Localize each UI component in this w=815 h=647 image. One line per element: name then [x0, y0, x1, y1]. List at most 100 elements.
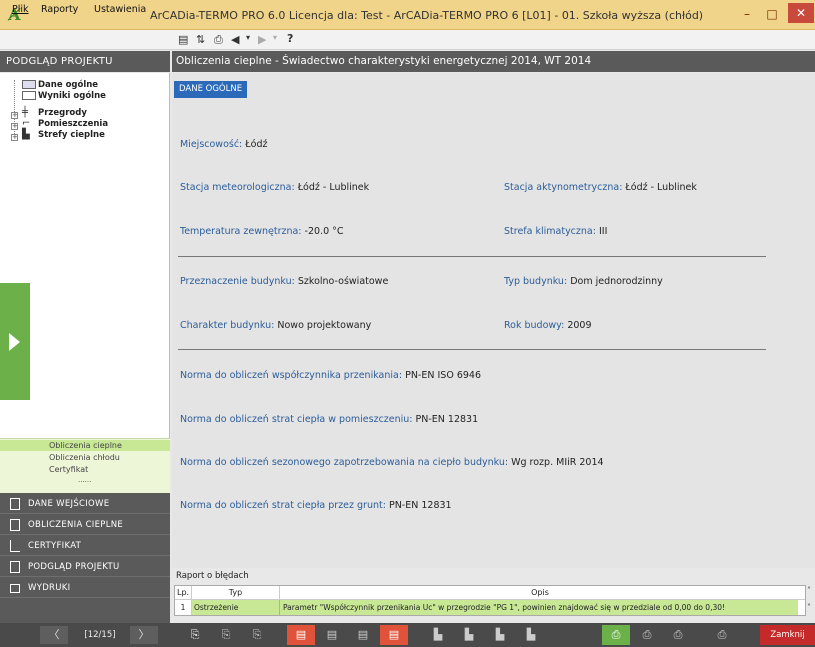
preview-icon[interactable]: ⎙ [602, 625, 630, 645]
field-label: Strefa klimatyczna: [504, 226, 596, 237]
tree-item-pomieszczenia[interactable]: ⌐ Pomieszczenia [4, 118, 166, 129]
calc-icon[interactable]: ▤ [380, 625, 408, 645]
swap-icon[interactable]: ⇅ [196, 33, 205, 46]
field-label: Norma do obliczeń sezonowego zapotrzebow… [180, 457, 509, 468]
scroll-up-icon[interactable]: ˄ [807, 586, 811, 595]
field-norma-sezonowa: Norma do obliczeń sezonowego zapotrzebow… [180, 457, 604, 468]
subitem-obliczenia-cieplne[interactable]: Obliczenia cieplne [0, 440, 170, 451]
subitem-more: ...... [78, 476, 92, 484]
close-button[interactable]: ✕ [788, 3, 814, 23]
field-value: Nowo projektowany [277, 320, 372, 331]
calc-icon[interactable]: ▤ [318, 625, 346, 645]
field-value: PN-EN ISO 6946 [405, 370, 481, 381]
undo-dropdown-icon[interactable]: ▾ [246, 33, 250, 42]
close-project-button[interactable]: Zamknij [760, 625, 815, 645]
field-label: Charakter budynku: [180, 320, 275, 331]
tab-dane-ogolne[interactable]: DANE OGÓLNE [174, 81, 248, 98]
room-icon: ⌐ [22, 118, 31, 129]
field-stacja-aktynometryczna: Stacja aktynometryczna: Łódź - Lublinek [504, 182, 697, 193]
menu-plik[interactable]: Plik [12, 4, 29, 15]
redo-icon[interactable]: ▶ [258, 33, 266, 46]
printer-icon [10, 584, 20, 593]
field-norma-strat: Norma do obliczeń strat ciepła w pomiesz… [180, 414, 478, 425]
tree-item-wyniki-ogolne[interactable]: Wyniki ogólne [4, 91, 166, 101]
tree-item-label: Dane ogólne [38, 80, 99, 90]
field-value: PN-EN 12831 [388, 500, 452, 511]
input-data-icon[interactable]: ⎘ [212, 625, 240, 645]
tree-item-label: Przegrody [38, 108, 87, 118]
field-value: Łódź [245, 139, 268, 150]
nav-label: WYDRUKI [28, 583, 71, 593]
certificate-icon[interactable]: ▙ [517, 625, 545, 645]
input-data-icon [10, 498, 20, 510]
printer-icon[interactable]: ⎙ [708, 625, 736, 645]
tree-item-przegrody[interactable]: ╪ Przegrody [4, 107, 166, 118]
error-table: Lp. Typ Opis 1 Ostrzeżenie Parametr "Wsp… [174, 585, 806, 616]
preview-icon[interactable]: ⎙ [214, 33, 223, 47]
error-row-opis[interactable]: Parametr "Współczynnik przenikania Uc" w… [280, 600, 798, 615]
minimize-button[interactable]: – [735, 4, 759, 24]
sidebar-header: PODGLĄD PROJEKTU [0, 51, 170, 72]
error-row-typ[interactable]: Ostrzeżenie [192, 600, 280, 615]
redo-dropdown-icon[interactable]: ▾ [273, 33, 277, 42]
calc-icon[interactable]: ▤ [349, 625, 377, 645]
field-value: Szkolno-oświatowe [297, 276, 389, 287]
nav-label: DANE WEJŚCIOWE [28, 499, 110, 509]
calc-icon[interactable]: ▤ [287, 625, 315, 645]
tree-item-label: Pomieszczenia [38, 119, 109, 129]
maximize-button[interactable]: □ [760, 4, 784, 24]
error-row-lp[interactable]: 1 [175, 600, 192, 615]
input-data-icon[interactable]: ⎘ [243, 625, 271, 645]
tree-item-label: Wyniki ogólne [38, 91, 106, 101]
field-strefa-klimatyczna: Strefa klimatyczna: III [504, 226, 607, 237]
calc-icon [10, 519, 20, 531]
field-value: Wg rozp. MIiR 2014 [511, 457, 604, 468]
menu-ustawienia[interactable]: Ustawienia [94, 4, 146, 15]
divider [178, 256, 766, 257]
field-value: -20.0 °C [304, 226, 344, 237]
preview-icon[interactable]: ⎙ [664, 625, 692, 645]
nav-label: OBLICZENIA CIEPLNE [28, 520, 124, 530]
field-value: Dom jednorodzinny [570, 276, 663, 287]
column-header-lp: Lp. [175, 586, 192, 599]
help-icon[interactable]: ? [287, 32, 293, 45]
next-page-button[interactable]: 〉 [130, 626, 158, 644]
certificate-icon[interactable]: ▙ [486, 625, 514, 645]
scroll-down-icon[interactable]: ˅ [807, 603, 811, 612]
prev-page-button[interactable]: 〈 [40, 626, 68, 644]
menu-bar [0, 30, 815, 50]
save-icon[interactable]: ▤ [178, 33, 188, 46]
tree-item-dane-ogolne[interactable]: Dane ogólne [4, 80, 166, 90]
field-label: Norma do obliczeń strat ciepła przez gru… [180, 500, 386, 511]
menu-raporty[interactable]: Raporty [41, 4, 78, 15]
tree-item-strefy-cieplne[interactable]: ▙ Strefy cieplne [4, 129, 166, 140]
field-label: Stacja meteorologiczna: [180, 182, 295, 193]
field-label: Norma do obliczeń współczynnika przenika… [180, 370, 403, 381]
field-label: Rok budowy: [504, 320, 565, 331]
field-miejscowosc: Miejscowość: Łódź [180, 139, 267, 150]
nav-certyfikat[interactable]: CERTYFIKAT [0, 536, 170, 556]
subitem-obliczenia-chlodu[interactable]: Obliczenia chłodu [0, 452, 170, 463]
partition-icon: ╪ [22, 107, 29, 118]
nav-obliczenia-cieplne[interactable]: OBLICZENIA CIEPLNE [0, 515, 170, 535]
certificate-icon[interactable]: ▙ [424, 625, 452, 645]
subitem-certyfikat[interactable]: Certyfikat [0, 464, 170, 475]
nav-podglad-projektu[interactable]: PODGLĄD PROJEKTU [0, 557, 170, 577]
window-title: ArCADia-TERMO PRO 6.0 Licencja dla: Test… [150, 9, 704, 22]
preview-icon[interactable]: ⎙ [633, 625, 661, 645]
undo-icon[interactable]: ◀ [231, 33, 239, 46]
table-icon [22, 80, 36, 89]
field-value: Łódź - Lublinek [297, 182, 370, 193]
field-temperatura: Temperatura zewnętrzna: -20.0 °C [180, 226, 344, 237]
nav-dane-wejsciowe[interactable]: DANE WEJŚCIOWE [0, 494, 170, 514]
nav-label: CERTYFIKAT [28, 541, 82, 551]
preview-icon [10, 561, 20, 573]
content-header: Obliczenia cieplne - Świadectwo charakte… [172, 51, 815, 72]
nav-wydruki[interactable]: WYDRUKI [0, 578, 170, 598]
field-rok-budowy: Rok budowy: 2009 [504, 320, 592, 331]
field-norma-grunt: Norma do obliczeń strat ciepła przez gru… [180, 500, 452, 511]
certificate-icon[interactable]: ▙ [455, 625, 483, 645]
field-label: Stacja aktynometryczna: [504, 182, 623, 193]
input-data-icon[interactable]: ⎘ [181, 625, 209, 645]
field-value: III [598, 226, 608, 237]
